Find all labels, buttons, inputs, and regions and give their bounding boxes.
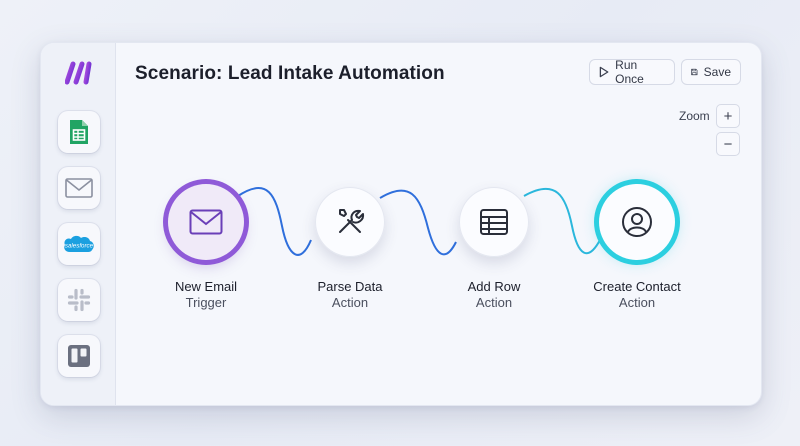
node-title: New Email <box>174 279 238 294</box>
flow-node-add-row[interactable] <box>459 187 529 257</box>
page-title: Scenario: Lead Intake Automation <box>135 63 445 84</box>
play-icon <box>599 66 609 78</box>
user-circle-icon <box>622 207 652 237</box>
tools-icon <box>339 209 365 233</box>
save-button[interactable]: Save <box>681 59 741 85</box>
zoom-in-button[interactable]: + <box>716 104 740 128</box>
flow-node-label: Create Contact Action <box>572 279 702 311</box>
node-subtitle: Trigger <box>185 295 227 310</box>
run-once-label: Run Once <box>615 58 644 86</box>
flow-node-parse-data[interactable] <box>315 187 385 257</box>
make-logo-icon[interactable] <box>64 60 93 86</box>
sheets-icon <box>70 120 88 144</box>
envelope-icon <box>189 209 223 235</box>
svg-text:salesforce: salesforce <box>65 243 94 250</box>
node-subtitle: Action <box>331 295 369 310</box>
sidebar-app-email[interactable] <box>58 167 100 209</box>
mail-icon <box>65 178 93 198</box>
flow-node-label: New Email Trigger <box>141 279 271 311</box>
flow-node-label: Parse Data Action <box>285 279 415 311</box>
flow-node-label: Add Row Action <box>429 279 559 311</box>
flow-node-new-email[interactable] <box>168 184 244 260</box>
node-title: Create Contact <box>593 279 681 294</box>
sidebar-app-salesforce[interactable]: salesforce <box>58 223 100 265</box>
slack-icon <box>67 288 91 312</box>
sidebar-app-slack[interactable] <box>58 279 100 321</box>
run-once-button[interactable]: Run Once <box>589 58 675 86</box>
node-title: Parse Data <box>317 279 383 294</box>
save-label: Save <box>703 65 731 79</box>
zoom-label: Zoom <box>679 109 710 123</box>
app-sidebar: salesforce <box>41 43 116 405</box>
node-subtitle: Action <box>475 295 513 310</box>
floppy-disk-icon <box>691 68 698 76</box>
sidebar-app-trello[interactable] <box>58 335 100 377</box>
salesforce-icon: salesforce <box>64 235 94 252</box>
trello-icon <box>68 345 90 367</box>
node-title: Add Row <box>467 279 521 294</box>
table-icon <box>480 209 508 235</box>
sidebar-app-google-sheets[interactable] <box>58 111 100 153</box>
node-subtitle: Action <box>618 295 656 310</box>
zoom-out-button[interactable]: − <box>716 132 740 156</box>
flow-node-create-contact[interactable] <box>599 184 675 260</box>
